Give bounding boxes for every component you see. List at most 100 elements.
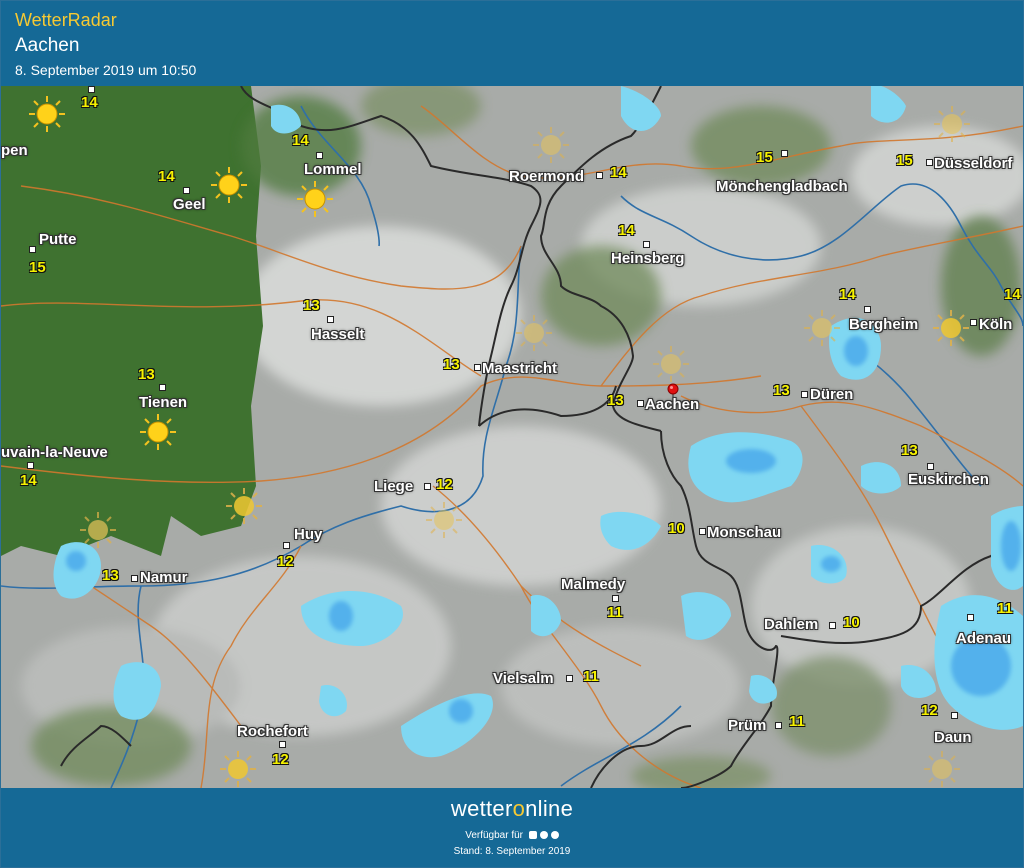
place-marker [29, 246, 36, 253]
app-frame: WetterRadar Aachen 8. September 2019 um … [0, 0, 1024, 868]
temperature-label: 14 [1004, 286, 1021, 303]
radar-map[interactable]: pen Roermond Mönchengladbach Düsseldorf … [1, 86, 1023, 788]
sun-icon [226, 488, 262, 524]
header: WetterRadar Aachen 8. September 2019 um … [1, 1, 1023, 86]
place-label: Malmedy [561, 576, 626, 593]
place-label: Vielsalm [493, 670, 554, 687]
place-label: Daun [934, 729, 972, 746]
temperature-label: 11 [583, 668, 599, 685]
temperature-label: 10 [843, 614, 860, 631]
temperature-label: 14 [292, 132, 309, 149]
place-label: Düren [810, 386, 854, 403]
temperature-label: 14 [618, 222, 635, 239]
place-marker [566, 675, 573, 682]
sun-icon [924, 751, 960, 787]
temperature-label: 15 [756, 149, 773, 166]
place-label: Mönchengladbach [716, 178, 848, 195]
place-marker [316, 152, 323, 159]
temperature-label: 15 [29, 259, 46, 276]
temperature-label: 13 [773, 382, 790, 399]
place-marker [596, 172, 603, 179]
sun-icon [426, 502, 462, 538]
place-label: Köln [979, 316, 1013, 333]
place-label: Lommel [304, 161, 362, 178]
place-label: Liege [374, 478, 414, 495]
place-marker [637, 400, 644, 407]
availability-text: Verfügbar für [1, 830, 1023, 841]
place-marker [327, 316, 334, 323]
web-icon[interactable] [550, 831, 559, 839]
place-marker [926, 159, 933, 166]
place-marker [801, 391, 808, 398]
sun-icon [516, 315, 552, 351]
place-label: Rochefort [237, 723, 308, 740]
place-label: Maastricht [482, 360, 558, 377]
temperature-label: 15 [896, 152, 913, 169]
temperature-label: 12 [436, 476, 453, 493]
place-marker [424, 483, 431, 490]
temperature-label: 11 [789, 713, 805, 730]
sun-icon [297, 181, 333, 217]
place-label: Düsseldorf [934, 155, 1013, 172]
place-label: Prüm [728, 717, 767, 734]
sun-icon [140, 414, 176, 450]
place-marker [781, 150, 788, 157]
place-label: Dahlem [764, 616, 819, 633]
place-marker [88, 86, 95, 93]
place-marker [279, 741, 286, 748]
place-label: Geel [173, 196, 206, 213]
temperature-label: 10 [668, 520, 685, 537]
temperature-label: 14 [81, 94, 98, 111]
place-marker [951, 712, 958, 719]
place-marker [643, 241, 650, 248]
place-marker [27, 462, 34, 469]
place-marker [612, 595, 619, 602]
place-label: Bergheim [849, 316, 919, 333]
place-marker [283, 542, 290, 549]
temperature-label: 13 [443, 356, 460, 373]
place-label: Roermond [509, 168, 584, 185]
sun-icon [211, 167, 247, 203]
sun-icon [533, 127, 569, 163]
temperature-label: 12 [921, 702, 938, 719]
place-marker [829, 622, 836, 629]
place-label: Aachen [645, 396, 700, 413]
sun-icon [933, 310, 969, 346]
temperature-label: 12 [277, 553, 294, 570]
apple-icon[interactable] [539, 831, 548, 839]
temperature-label: 14 [610, 164, 627, 181]
sun-icon [29, 96, 65, 132]
place-marker [967, 614, 974, 621]
place-label: uvain-la-Neuve [1, 444, 108, 461]
place-marker [927, 463, 934, 470]
temperature-label: 14 [839, 286, 856, 303]
sun-icon [934, 106, 970, 142]
place-label: Euskirchen [908, 471, 989, 488]
place-label: pen [1, 142, 28, 159]
android-icon[interactable] [528, 831, 537, 839]
place-marker [775, 722, 782, 729]
place-label: Namur [140, 569, 188, 586]
temperature-label: 12 [272, 751, 289, 768]
place-label: Heinsberg [611, 250, 685, 267]
sun-icon [653, 346, 689, 382]
temperature-label: 13 [901, 442, 918, 459]
place-marker [970, 319, 977, 326]
place-label: Hasselt [311, 326, 365, 343]
place-label: Huy [294, 526, 323, 543]
temperature-label: 11 [997, 600, 1013, 617]
place-label: Adenau [956, 630, 1012, 647]
temperature-label: 13 [138, 366, 155, 383]
brand-logo[interactable]: wetteronline [1, 796, 1023, 822]
place-marker [864, 306, 871, 313]
place-marker [183, 187, 190, 194]
place-label: Putte [39, 231, 77, 248]
data-timestamp: Stand: 8. September 2019 [453, 846, 571, 857]
app-title: WetterRadar [15, 10, 117, 30]
place-marker [699, 528, 706, 535]
city-name: Aachen [15, 35, 80, 56]
footer: wetteronline Verfügbar für Stand: 8. Sep… [1, 788, 1023, 867]
sun-icon [220, 751, 256, 787]
temperature-label: 13 [102, 567, 119, 584]
temperature-label: 13 [303, 297, 320, 314]
